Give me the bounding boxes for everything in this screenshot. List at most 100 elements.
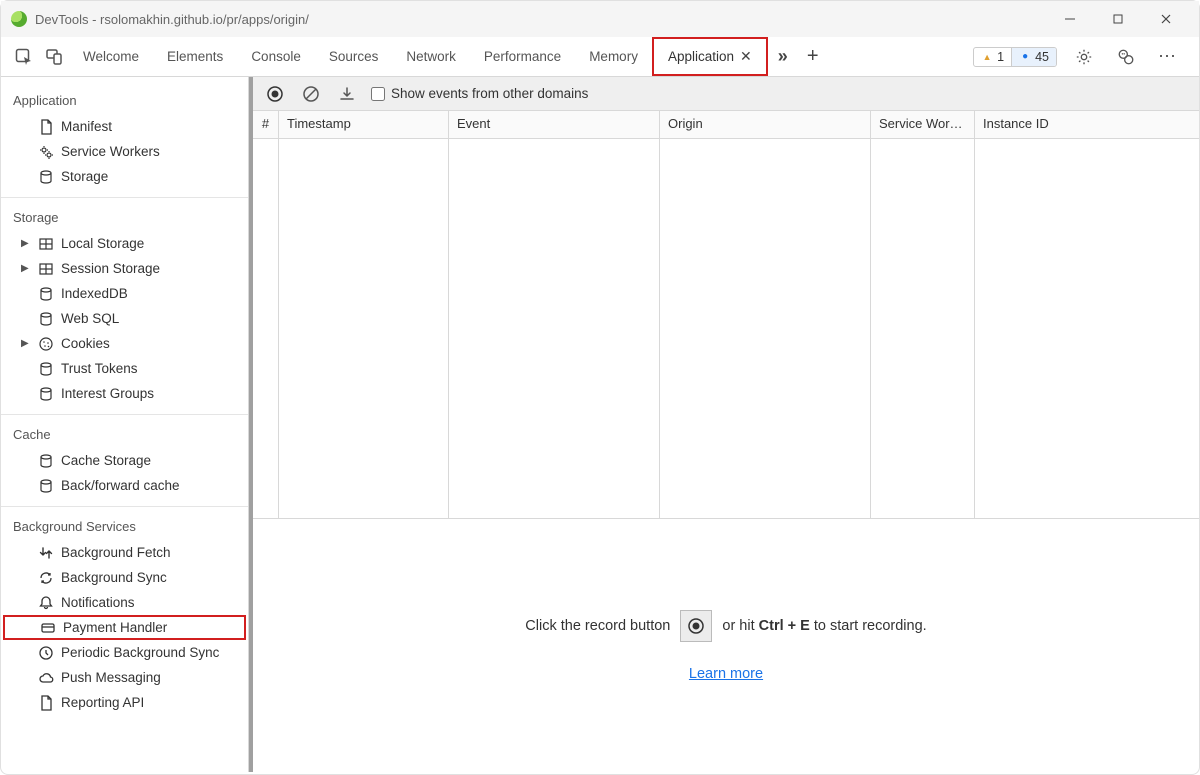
sidebar-item-cookies[interactable]: ▶ Cookies — [1, 331, 248, 356]
window-close-button[interactable] — [1143, 4, 1189, 34]
main-content: Application ▶ Manifest ▶ Service Workers… — [1, 77, 1199, 772]
sidebar-item-websql[interactable]: ▶ Web SQL — [1, 306, 248, 331]
th-instance-id[interactable]: Instance ID — [975, 111, 1199, 138]
panel-toolbar: Show events from other domains — [253, 77, 1199, 111]
table-icon — [37, 235, 55, 253]
sidebar-item-interest-groups[interactable]: ▶ Interest Groups — [1, 381, 248, 406]
info-icon — [1019, 51, 1031, 63]
item-label: Cache Storage — [61, 453, 151, 468]
database-icon — [37, 285, 55, 303]
section-title: Cache — [1, 421, 248, 448]
item-label: Manifest — [61, 119, 112, 134]
tab-elements[interactable]: Elements — [153, 37, 237, 76]
sync-icon — [37, 569, 55, 587]
checkbox-input[interactable] — [371, 87, 385, 101]
section-title: Application — [1, 87, 248, 114]
item-label: Cookies — [61, 336, 110, 351]
bell-icon — [37, 594, 55, 612]
item-label: Trust Tokens — [61, 361, 138, 376]
chevron-right-icon: ▶ — [21, 263, 31, 274]
item-label: Push Messaging — [61, 670, 161, 685]
settings-gear-icon[interactable] — [1069, 42, 1099, 72]
gear-icon — [37, 143, 55, 161]
chevron-right-icon: ▶ — [21, 238, 31, 249]
tab-performance[interactable]: Performance — [470, 37, 575, 76]
sidebar-item-periodic-sync[interactable]: ▶ Periodic Background Sync — [1, 640, 248, 665]
new-tab-button[interactable]: + — [798, 42, 828, 72]
sidebar-item-session-storage[interactable]: ▶ Session Storage — [1, 256, 248, 281]
sidebar-item-trust-tokens[interactable]: ▶ Trust Tokens — [1, 356, 248, 381]
feedback-icon[interactable] — [1111, 42, 1141, 72]
item-label: Back/forward cache — [61, 478, 180, 493]
sidebar-item-reporting-api[interactable]: ▶ Reporting API — [1, 690, 248, 715]
item-label: Notifications — [61, 595, 135, 610]
show-other-domains-checkbox[interactable]: Show events from other domains — [371, 86, 588, 101]
th-event[interactable]: Event — [449, 111, 660, 138]
sidebar-item-cache-storage[interactable]: ▶ Cache Storage — [1, 448, 248, 473]
section-title: Storage — [1, 204, 248, 231]
sidebar-item-service-workers[interactable]: ▶ Service Workers — [1, 139, 248, 164]
cookie-icon — [37, 335, 55, 353]
info-count: 45 — [1035, 50, 1049, 64]
table-header-row: # Timestamp Event Origin Service Wor… In… — [253, 111, 1199, 139]
clear-button[interactable] — [299, 82, 323, 106]
tab-welcome[interactable]: Welcome — [69, 37, 153, 76]
empty-text-suffix: to start recording. — [814, 618, 927, 634]
th-timestamp[interactable]: Timestamp — [279, 111, 449, 138]
item-label: Payment Handler — [63, 620, 167, 635]
tab-memory[interactable]: Memory — [575, 37, 652, 76]
events-table: # Timestamp Event Origin Service Wor… In… — [253, 111, 1199, 519]
sidebar-item-notifications[interactable]: ▶ Notifications — [1, 590, 248, 615]
empty-text-mid: or hit — [722, 618, 754, 634]
item-label: Storage — [61, 169, 108, 184]
sidebar-item-storage[interactable]: ▶ Storage — [1, 164, 248, 189]
checkbox-label: Show events from other domains — [391, 86, 588, 101]
clock-icon — [37, 644, 55, 662]
tab-label: Elements — [167, 49, 223, 64]
learn-more-link[interactable]: Learn more — [689, 666, 763, 682]
sidebar-item-indexeddb[interactable]: ▶ IndexedDB — [1, 281, 248, 306]
devtools-tabstrip: Welcome Elements Console Sources Network… — [1, 37, 1199, 77]
sidebar-item-payment-handler[interactable]: ▶ Payment Handler — [3, 615, 246, 640]
download-button[interactable] — [335, 82, 359, 106]
more-tabs-chevron-icon[interactable]: » — [768, 42, 798, 72]
item-label: Background Fetch — [61, 545, 171, 560]
item-label: Periodic Background Sync — [61, 645, 219, 660]
th-number[interactable]: # — [253, 111, 279, 138]
credit-card-icon — [39, 619, 57, 637]
window-maximize-button[interactable] — [1095, 4, 1141, 34]
record-button[interactable] — [680, 610, 712, 642]
empty-state: Click the record button or hit Ctrl + E … — [253, 519, 1199, 772]
item-label: Interest Groups — [61, 386, 154, 401]
warnings-badge[interactable]: 1 — [974, 48, 1012, 66]
th-service-worker[interactable]: Service Wor… — [871, 111, 975, 138]
tab-network[interactable]: Network — [392, 37, 470, 76]
more-menu-icon[interactable]: ⋯ — [1153, 42, 1183, 72]
sidebar-item-manifest[interactable]: ▶ Manifest — [1, 114, 248, 139]
tab-label: Welcome — [83, 49, 139, 64]
sidebar-item-push-messaging[interactable]: ▶ Push Messaging — [1, 665, 248, 690]
sidebar-section-background-services: Background Services ▶ Background Fetch ▶… — [1, 507, 248, 723]
sidebar-item-local-storage[interactable]: ▶ Local Storage — [1, 231, 248, 256]
sidebar-item-background-fetch[interactable]: ▶ Background Fetch — [1, 540, 248, 565]
record-toggle-button[interactable] — [263, 82, 287, 106]
th-origin[interactable]: Origin — [660, 111, 871, 138]
close-icon[interactable]: ✕ — [740, 48, 752, 65]
tab-application[interactable]: Application ✕ — [652, 37, 768, 76]
favicon — [11, 11, 27, 27]
info-badge[interactable]: 45 — [1012, 48, 1056, 66]
inspect-element-icon[interactable] — [9, 42, 39, 72]
item-label: Local Storage — [61, 236, 144, 251]
section-title: Background Services — [1, 513, 248, 540]
device-toggle-icon[interactable] — [39, 42, 69, 72]
database-icon — [37, 360, 55, 378]
tab-console[interactable]: Console — [237, 37, 315, 76]
sidebar-item-background-sync[interactable]: ▶ Background Sync — [1, 565, 248, 590]
tab-label: Memory — [589, 49, 638, 64]
item-label: Reporting API — [61, 695, 144, 710]
tab-label: Application — [668, 49, 734, 64]
warnings-count: 1 — [997, 50, 1004, 64]
tab-sources[interactable]: Sources — [315, 37, 393, 76]
sidebar-item-bf-cache[interactable]: ▶ Back/forward cache — [1, 473, 248, 498]
window-minimize-button[interactable] — [1047, 4, 1093, 34]
